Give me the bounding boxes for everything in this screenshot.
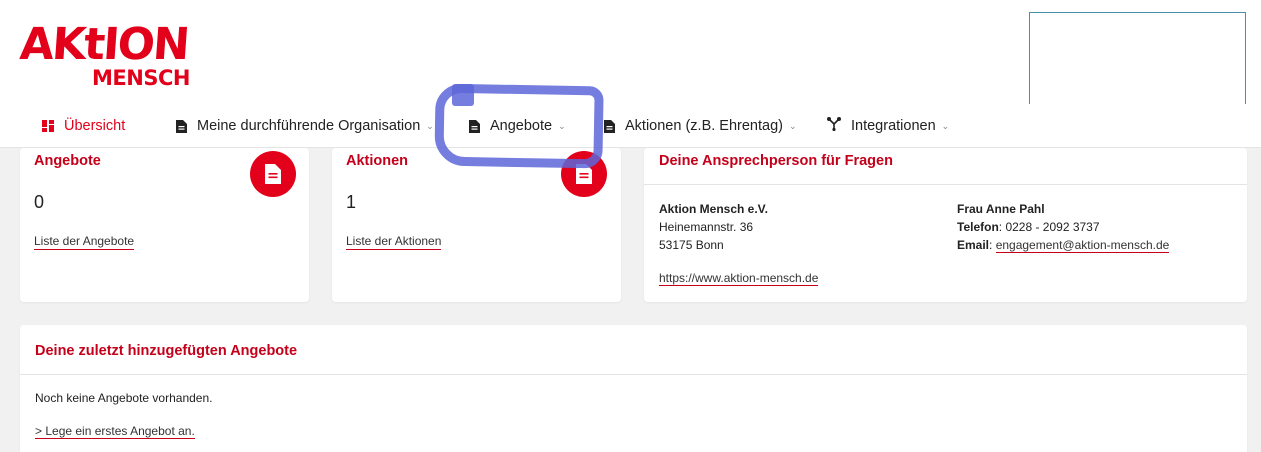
- nav-item-label: Meine durchführende Organisation: [197, 118, 421, 134]
- nav-item-uebersicht[interactable]: Übersicht: [42, 104, 125, 148]
- nav-item-label: Integrationen: [851, 118, 936, 134]
- header: AKtION MENSCH: [0, 0, 1261, 104]
- contact-card-header: Deine Ansprechperson für Fragen: [644, 148, 1247, 185]
- logo-wordmark-bottom: MENSCH: [92, 66, 190, 90]
- logo-wordmark-top: AKtION: [18, 19, 190, 70]
- aktionen-count: 1: [346, 192, 357, 212]
- contact-email-sep: :: [989, 238, 996, 252]
- document-icon: [176, 119, 187, 133]
- main-navigation: Übersicht Meine durchführende Organisati…: [0, 104, 1261, 148]
- contact-person-name: Frau Anne Pahl: [957, 202, 1045, 216]
- network-icon: [827, 117, 841, 135]
- highlight-annotation: [434, 83, 604, 169]
- recent-empty-text: Noch keine Angebote vorhanden.: [35, 391, 213, 405]
- contact-website-wrap: https://www.aktion-mensch.de: [659, 269, 819, 287]
- contact-card: Deine Ansprechperson für Fragen Aktion M…: [644, 148, 1247, 302]
- recent-offers-title: Deine zuletzt hinzugefügten Angebote: [35, 343, 298, 359]
- aktionen-list-link[interactable]: Liste der Aktionen: [346, 234, 442, 250]
- contact-city: 53175 Bonn: [659, 238, 724, 252]
- dashboard-grid-icon: [42, 120, 54, 132]
- angebote-card-title: Angebote: [34, 153, 101, 169]
- chevron-down-icon: ⌄: [941, 120, 950, 131]
- create-first-offer-link[interactable]: > Lege ein erstes Angebot an.: [35, 424, 195, 439]
- aktionen-card-title: Aktionen: [346, 153, 409, 169]
- contact-phone-label: Telefon: [957, 220, 999, 234]
- angebote-card: Angebote 0 Liste der Angebote: [20, 148, 309, 302]
- contact-phone: : 0228 - 2092 3737: [998, 220, 1100, 234]
- angebote-count: 0: [34, 192, 45, 212]
- contact-email-row: Email: engagement@aktion-mensch.de: [957, 236, 1170, 254]
- recent-offers-header: Deine zuletzt hinzugefügten Angebote: [20, 325, 1247, 375]
- contact-email-link[interactable]: engagement@aktion-mensch.de: [995, 238, 1170, 253]
- chevron-down-icon: ⌄: [426, 120, 434, 131]
- contact-person-block: Frau Anne Pahl Telefon: 0228 - 2092 3737…: [957, 200, 1170, 254]
- chevron-down-icon: ⌄: [788, 120, 797, 131]
- nav-item-integrationen[interactable]: Integrationen ⌄: [827, 104, 949, 148]
- contact-org-name: Aktion Mensch e.V.: [659, 202, 768, 216]
- aktionen-card: Aktionen 1 Liste der Aktionen: [332, 148, 621, 302]
- angebote-list-link[interactable]: Liste der Angebote: [34, 234, 135, 250]
- document-icon: [250, 151, 296, 197]
- nav-item-label: Übersicht: [64, 118, 126, 134]
- nav-item-aktionen[interactable]: Aktionen (z.B. Ehrentag) ⌄: [604, 104, 797, 148]
- contact-org-block: Aktion Mensch e.V. Heinemannstr. 36 5317…: [659, 200, 768, 254]
- contact-card-title: Deine Ansprechperson für Fragen: [659, 153, 893, 169]
- header-placeholder-box: [1029, 12, 1246, 104]
- recent-offers-card: Deine zuletzt hinzugefügten Angebote Noc…: [20, 325, 1247, 452]
- contact-phone-row: Telefon: 0228 - 2092 3737: [957, 218, 1169, 236]
- contact-website-link[interactable]: https://www.aktion-mensch.de: [659, 271, 819, 286]
- contact-street: Heinemannstr. 36: [659, 220, 754, 234]
- nav-item-label: Aktionen (z.B. Ehrentag): [625, 118, 783, 134]
- contact-email-label: Email: [957, 238, 990, 252]
- aktion-mensch-logo[interactable]: AKtION MENSCH: [18, 19, 195, 94]
- nav-item-organisation[interactable]: Meine durchführende Organisation ⌄: [176, 104, 434, 148]
- recent-create-wrap: > Lege ein erstes Angebot an.: [35, 422, 195, 440]
- document-icon: [604, 119, 615, 133]
